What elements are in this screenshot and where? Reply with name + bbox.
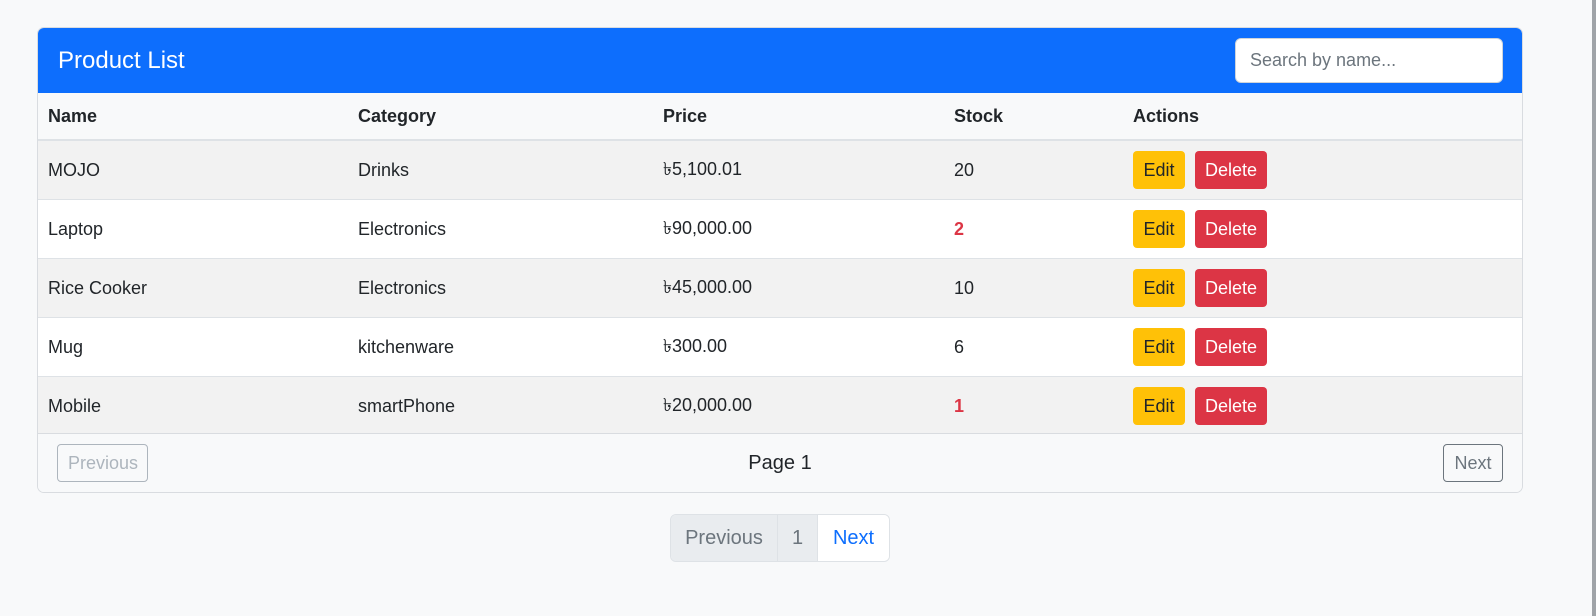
table-body: MOJO Drinks ৳5,100.01 20 Edit Delete Lapt… — [38, 140, 1522, 436]
pagination-previous[interactable]: Previous — [671, 515, 778, 561]
column-header-actions: Actions — [1123, 93, 1522, 141]
product-list-card: Product List Name Category Price Stock A… — [37, 27, 1523, 493]
card-header: Product List — [38, 28, 1522, 93]
cell-actions: Edit Delete — [1123, 317, 1522, 377]
cell-name: MOJO — [38, 140, 348, 200]
delete-button[interactable]: Delete — [1195, 387, 1267, 425]
card-footer: Previous Page 1 Next — [38, 433, 1522, 492]
page-title: Product List — [58, 46, 185, 74]
cell-stock: 20 — [944, 140, 1123, 200]
edit-button[interactable]: Edit — [1133, 269, 1185, 307]
edit-button[interactable]: Edit — [1133, 210, 1185, 248]
cell-name: Mobile — [38, 376, 348, 436]
column-header-name: Name — [38, 93, 348, 141]
table-header-row: Name Category Price Stock Actions — [38, 93, 1522, 141]
pagination: Previous 1 Next — [670, 514, 890, 562]
cell-actions: Edit Delete — [1123, 140, 1522, 200]
cell-stock: 6 — [944, 317, 1123, 377]
table-row: Mobile smartPhone ৳20,000.00 1 Edit Delet… — [38, 376, 1522, 436]
cell-actions: Edit Delete — [1123, 376, 1522, 436]
cell-category: Electronics — [348, 258, 653, 318]
delete-button[interactable]: Delete — [1195, 328, 1267, 366]
column-header-stock: Stock — [944, 93, 1123, 141]
cell-price: ৳45,000.00 — [653, 258, 944, 318]
cell-category: smartPhone — [348, 376, 653, 436]
page: Product List Name Category Price Stock A… — [0, 0, 1596, 616]
column-header-category: Category — [348, 93, 653, 141]
cell-category: kitchenware — [348, 317, 653, 377]
table-row: Rice Cooker Electronics ৳45,000.00 10 Ed… — [38, 258, 1522, 318]
edit-button[interactable]: Edit — [1133, 387, 1185, 425]
delete-button[interactable]: Delete — [1195, 151, 1267, 189]
cell-price: ৳5,100.01 — [653, 140, 944, 200]
cell-name: Mug — [38, 317, 348, 377]
column-header-price: Price — [653, 93, 944, 141]
cell-name: Laptop — [38, 199, 348, 259]
pagination-next[interactable]: Next — [818, 515, 889, 561]
table-row: MOJO Drinks ৳5,100.01 20 Edit Delete — [38, 140, 1522, 200]
cell-stock: 1 — [944, 376, 1123, 436]
edit-button[interactable]: Edit — [1133, 151, 1185, 189]
edit-button[interactable]: Edit — [1133, 328, 1185, 366]
delete-button[interactable]: Delete — [1195, 210, 1267, 248]
table-row: Laptop Electronics ৳90,000.00 2 Edit Dele… — [38, 199, 1522, 259]
cell-price: ৳20,000.00 — [653, 376, 944, 436]
pagination-page-1[interactable]: 1 — [778, 515, 818, 561]
scrollbar-thumb[interactable] — [1592, 0, 1596, 616]
cell-actions: Edit Delete — [1123, 258, 1522, 318]
footer-next-button[interactable]: Next — [1443, 444, 1503, 482]
search-input[interactable] — [1235, 38, 1503, 83]
cell-stock: 10 — [944, 258, 1123, 318]
vertical-scrollbar[interactable] — [1568, 0, 1596, 616]
footer-previous-button[interactable]: Previous — [57, 444, 148, 482]
cell-price: ৳300.00 — [653, 317, 944, 377]
cell-category: Electronics — [348, 199, 653, 259]
delete-button[interactable]: Delete — [1195, 269, 1267, 307]
table-row: Mug kitchenware ৳300.00 6 Edit Delete — [38, 317, 1522, 377]
page-indicator: Page 1 — [748, 451, 812, 474]
products-table: Name Category Price Stock Actions MOJO D… — [38, 93, 1522, 436]
cell-name: Rice Cooker — [38, 258, 348, 318]
cell-actions: Edit Delete — [1123, 199, 1522, 259]
cell-price: ৳90,000.00 — [653, 199, 944, 259]
cell-category: Drinks — [348, 140, 653, 200]
cell-stock: 2 — [944, 199, 1123, 259]
